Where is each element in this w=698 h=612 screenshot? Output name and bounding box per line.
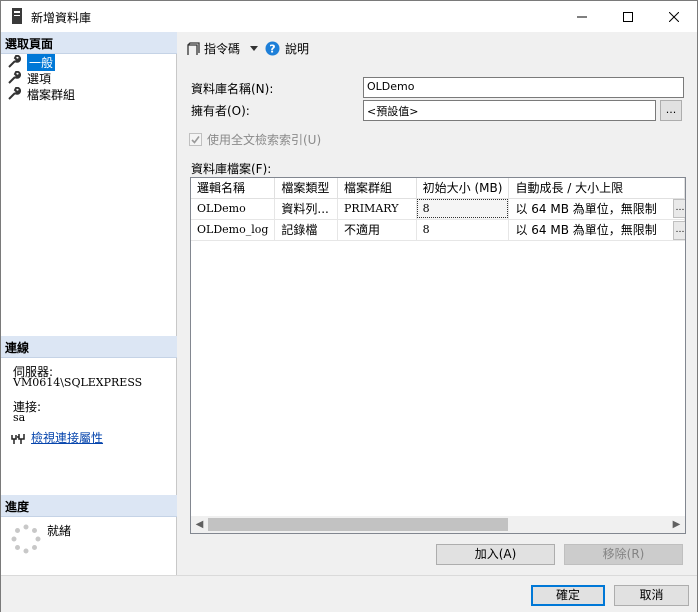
connection-value: sa — [13, 411, 26, 424]
table-row[interactable]: OLDemo_log 記錄檔 不適用 8 以 64 MB 為單位，無限制 — [191, 219, 685, 241]
connection-header: 連線 — [1, 336, 177, 358]
file-type-cell[interactable]: 記錄檔 — [274, 219, 339, 241]
autogrowth-cell[interactable]: 以 64 MB 為單位，無限制 — [508, 198, 685, 220]
view-connection-properties-link[interactable]: 檢視連接屬性 — [11, 429, 103, 446]
remove-button[interactable]: 移除(R) — [564, 544, 683, 565]
autogrowth-edit-button[interactable]: … — [673, 221, 685, 240]
owner-label: 擁有者(O): — [191, 104, 250, 118]
db-files-label: 資料庫檔案(F): — [191, 162, 272, 176]
page-item-label: 一般 — [27, 53, 56, 71]
initial-size-cell[interactable]: 8 — [416, 198, 510, 220]
scroll-right-icon[interactable]: ▶ — [668, 516, 685, 533]
chevron-down-icon — [250, 46, 259, 51]
autogrowth-edit-button[interactable]: … — [673, 199, 685, 218]
page-item-label: 選項 — [27, 71, 52, 86]
minimize-button[interactable] — [559, 1, 605, 32]
fulltext-label: 使用全文檢索索引(U) — [207, 133, 322, 147]
maximize-icon — [623, 11, 633, 22]
toolbar: 指令碼 ? 說明 — [178, 32, 697, 64]
db-files-grid[interactable]: 邏輯名稱 檔案類型 檔案群組 初始大小 (MB) 自動成長 / 大小上限 OLD… — [190, 177, 686, 534]
database-icon — [12, 8, 22, 24]
add-button[interactable]: 加入(A) — [436, 544, 555, 565]
db-name-label: 資料庫名稱(N): — [191, 82, 274, 96]
main-panel: 指令碼 ? 說明 資料庫名稱(N): OLDemo 擁有者(O): <預設值> … — [178, 32, 697, 575]
logical-name-cell[interactable]: OLDemo_log — [191, 219, 276, 241]
help-label: 說明 — [285, 42, 310, 56]
maximize-button[interactable] — [605, 1, 651, 32]
page-item-options[interactable]: 選項 — [7, 70, 51, 86]
progress-status: 就緒 — [47, 524, 72, 538]
help-icon: ? — [265, 41, 280, 56]
server-value: VM0614\SQLEXPRESS — [13, 376, 143, 389]
bottom-bar: 確定 取消 — [1, 575, 697, 612]
connection-plug-icon — [11, 433, 25, 444]
progress-spinner-icon — [11, 524, 41, 554]
column-header[interactable]: 邏輯名稱 — [191, 178, 276, 199]
dialog-window: 新增資料庫 選取頁面 一般 選項 檔案群組 連線 伺服器: VM0614\SQL… — [0, 0, 698, 612]
db-files-table: 邏輯名稱 檔案類型 檔案群組 初始大小 (MB) 自動成長 / 大小上限 OLD… — [191, 178, 685, 241]
fulltext-checkbox[interactable]: 使用全文檢索索引(U) — [189, 131, 321, 148]
script-icon — [187, 41, 200, 55]
table-row[interactable]: OLDemo 資料列... PRIMARY 8 以 64 MB 為單位，無限制 — [191, 198, 685, 220]
checkmark-icon — [191, 136, 200, 144]
close-icon — [669, 11, 679, 22]
column-header[interactable]: 檔案類型 — [274, 178, 339, 199]
grid-header-row: 邏輯名稱 檔案類型 檔案群組 初始大小 (MB) 自動成長 / 大小上限 — [191, 178, 685, 199]
select-page-header: 選取頁面 — [1, 32, 177, 54]
db-name-input[interactable]: OLDemo — [363, 77, 684, 98]
horizontal-scrollbar[interactable]: ◀ ▶ — [191, 516, 685, 533]
initial-size-cell[interactable]: 8 — [416, 219, 510, 241]
owner-browse-button[interactable]: ... — [660, 100, 682, 121]
scroll-left-icon[interactable]: ◀ — [191, 516, 208, 533]
wrench-icon — [8, 87, 21, 100]
window-title: 新增資料庫 — [31, 11, 92, 25]
file-type-cell[interactable]: 資料列... — [274, 198, 339, 220]
wrench-icon — [8, 55, 21, 68]
filegroup-cell[interactable]: PRIMARY — [337, 198, 417, 220]
scrollbar-thumb[interactable] — [208, 518, 508, 531]
left-panel: 選取頁面 一般 選項 檔案群組 連線 伺服器: VM0614\SQLEXPRES… — [1, 32, 177, 575]
autogrowth-cell[interactable]: 以 64 MB 為單位，無限制 — [508, 219, 685, 241]
column-header[interactable]: 初始大小 (MB) — [416, 178, 510, 199]
page-item-general[interactable]: 一般 — [7, 53, 56, 71]
column-header[interactable]: 自動成長 / 大小上限 — [508, 178, 685, 199]
view-connection-properties-label: 檢視連接屬性 — [31, 431, 104, 445]
checkbox-box — [189, 133, 202, 146]
filegroup-cell[interactable]: 不適用 — [337, 219, 417, 241]
script-button[interactable]: 指令碼 — [186, 40, 259, 57]
svg-text:?: ? — [269, 43, 275, 56]
column-header[interactable]: 檔案群組 — [337, 178, 417, 199]
owner-input[interactable]: <預設值> — [363, 100, 656, 121]
ok-button[interactable]: 確定 — [531, 585, 605, 606]
minimize-icon — [577, 16, 587, 17]
script-label: 指令碼 — [204, 42, 241, 56]
progress-header: 進度 — [1, 495, 177, 517]
help-button[interactable]: ? 說明 — [265, 40, 309, 57]
page-item-filegroups[interactable]: 檔案群組 — [7, 86, 75, 102]
title-bar: 新增資料庫 — [1, 1, 697, 32]
cancel-button[interactable]: 取消 — [614, 585, 689, 606]
wrench-icon — [8, 71, 21, 84]
close-button[interactable] — [651, 1, 697, 32]
logical-name-cell[interactable]: OLDemo — [191, 198, 276, 220]
page-item-label: 檔案群組 — [27, 87, 76, 102]
